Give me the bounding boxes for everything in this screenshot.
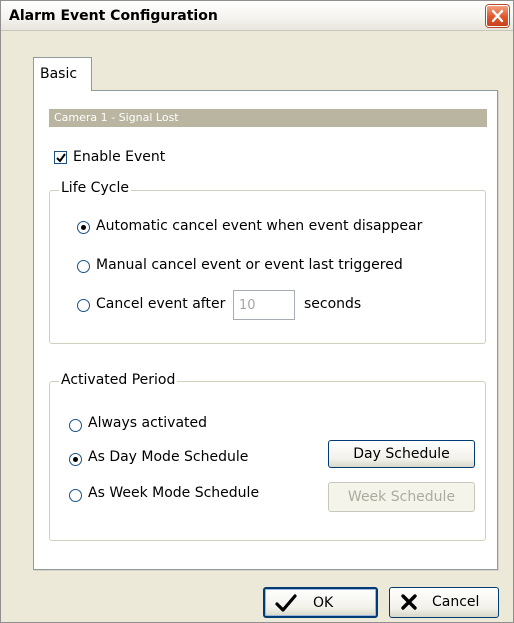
life-cycle-timed-radio[interactable] [77, 299, 90, 312]
window-title: Alarm Event Configuration [9, 8, 218, 24]
ok-button[interactable]: OK [263, 587, 378, 618]
enable-event-checkbox[interactable] [54, 151, 67, 164]
day-mode-radio[interactable] [69, 453, 82, 466]
camera-event-header: Camera 1 - Signal Lost [49, 109, 487, 127]
life-cycle-auto-label: Automatic cancel event when event disapp… [96, 218, 423, 234]
seconds-unit-label: seconds [304, 296, 362, 312]
week-mode-radio[interactable] [69, 489, 82, 502]
cancel-button-label: Cancel [432, 594, 480, 610]
cancel-seconds-input[interactable] [233, 290, 295, 320]
day-schedule-button[interactable]: Day Schedule [328, 440, 475, 468]
enable-event-label: Enable Event [73, 149, 166, 165]
always-activated-radio[interactable] [69, 419, 82, 432]
life-cycle-title: Life Cycle [59, 180, 131, 196]
week-mode-label: As Week Mode Schedule [88, 485, 260, 501]
cancel-button[interactable]: Cancel [389, 587, 499, 618]
tab-basic[interactable]: Basic [33, 57, 92, 91]
radio-selected-dot [73, 457, 78, 462]
activated-period-title: Activated Period [59, 372, 178, 388]
checkmark-icon [275, 594, 297, 612]
close-button[interactable] [486, 5, 509, 27]
always-activated-label: Always activated [88, 415, 208, 431]
life-cycle-auto-radio[interactable] [77, 221, 90, 234]
checkmark-icon [56, 153, 66, 163]
dialog-window: Alarm Event Configuration Basic Camera 1… [0, 0, 514, 623]
day-mode-label: As Day Mode Schedule [88, 449, 249, 465]
life-cycle-manual-radio[interactable] [77, 260, 90, 273]
week-schedule-button[interactable]: Week Schedule [328, 482, 475, 512]
close-icon [491, 9, 504, 23]
ok-button-label: OK [313, 595, 334, 611]
life-cycle-timed-label: Cancel event after [96, 296, 226, 312]
title-bar[interactable]: Alarm Event Configuration [1, 1, 513, 31]
tab-basic-label: Basic [40, 66, 78, 82]
x-mark-icon [401, 594, 417, 610]
radio-selected-dot [81, 225, 86, 230]
life-cycle-manual-label: Manual cancel event or event last trigge… [96, 257, 403, 273]
